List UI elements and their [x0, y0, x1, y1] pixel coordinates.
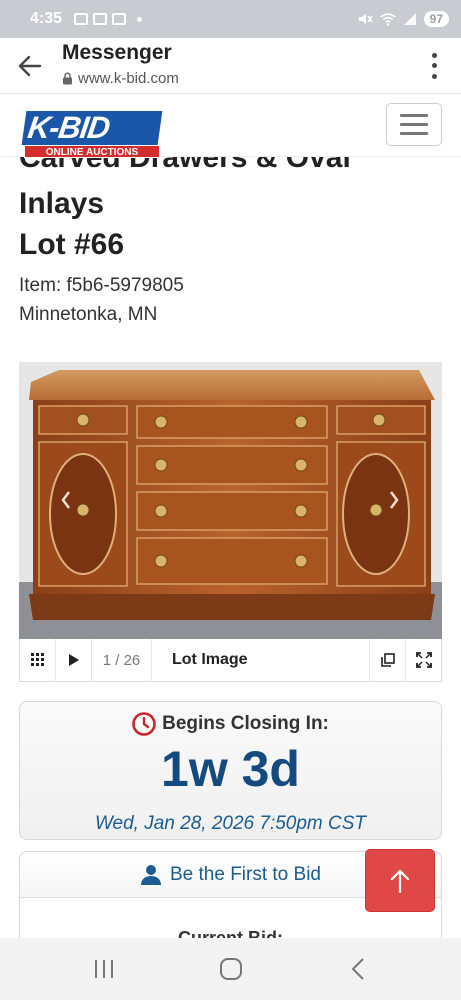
grid-icon[interactable] [20, 638, 56, 682]
user-icon [140, 864, 161, 885]
status-bar: 4:35 97 [0, 0, 461, 38]
youtube-icon [112, 13, 127, 25]
back-arrow-icon[interactable] [14, 50, 46, 82]
screenshot-icon [74, 13, 89, 25]
system-navigation-bar [0, 938, 461, 1000]
current-bid-label: Current Bid: [178, 928, 283, 938]
phone-screen: 4:35 97 Messenger www.k-bid.com K-BID ON… [0, 0, 461, 1000]
logo-subtext: ONLINE AUCTIONS [24, 145, 160, 158]
hamburger-menu-icon[interactable] [386, 103, 442, 146]
back-nav-icon[interactable] [338, 949, 378, 989]
signal-icon [403, 13, 416, 25]
sideboard-photo [19, 362, 442, 639]
lot-title-line2: Inlays [19, 187, 105, 220]
logo-text: K-BID [21, 110, 163, 145]
recent-apps-icon[interactable] [84, 949, 124, 989]
closing-label: Begins Closing In: [162, 713, 329, 734]
lock-icon [63, 72, 72, 85]
status-time: 4:35 [30, 10, 63, 27]
gallery-controls: 1 / 26 Lot Image [19, 638, 442, 682]
wifi-icon [380, 13, 396, 26]
battery-level: 97 [423, 11, 449, 27]
closing-panel: Begins Closing In: 1w 3d Wed, Jan 28, 20… [19, 701, 442, 840]
popout-icon[interactable] [369, 638, 405, 682]
fullscreen-icon[interactable] [405, 638, 441, 682]
home-notification-icon [93, 13, 108, 25]
system-icons: 97 [357, 11, 449, 27]
web-page: K-BID ONLINE AUCTIONS Carved Drawers & O… [0, 95, 461, 938]
browser-url[interactable]: www.k-bid.com [62, 70, 179, 87]
arrow-up-icon [390, 869, 410, 893]
kbid-logo[interactable]: K-BID ONLINE AUCTIONS [21, 110, 163, 161]
closing-label-row: Begins Closing In: [20, 712, 441, 736]
image-counter: 1 / 26 [92, 638, 152, 682]
image-caption: Lot Image [172, 651, 248, 668]
url-text: www.k-bid.com [78, 70, 179, 87]
home-icon[interactable] [211, 949, 251, 989]
site-header: K-BID ONLINE AUCTIONS [0, 95, 461, 158]
mute-icon [358, 14, 373, 24]
clock-icon [132, 712, 156, 736]
closing-countdown: 1w 3d [161, 741, 300, 797]
browser-title: Messenger [62, 41, 172, 64]
lot-image[interactable] [19, 362, 442, 639]
closing-date: Wed, Jan 28, 2026 7:50pm CST [94, 813, 367, 834]
item-id: Item: f5b6-5979805 [19, 275, 184, 296]
scroll-to-top-button[interactable] [365, 849, 435, 912]
lot-location: Minnetonka, MN [19, 304, 158, 325]
more-vertical-icon[interactable] [427, 50, 441, 82]
notification-icons [74, 13, 143, 25]
first-bid-label: Be the First to Bid [169, 863, 321, 885]
play-icon[interactable] [56, 638, 92, 682]
browser-header: Messenger www.k-bid.com [0, 38, 461, 94]
more-notifications-icon [137, 16, 143, 22]
lot-number: Lot #66 [19, 228, 125, 261]
